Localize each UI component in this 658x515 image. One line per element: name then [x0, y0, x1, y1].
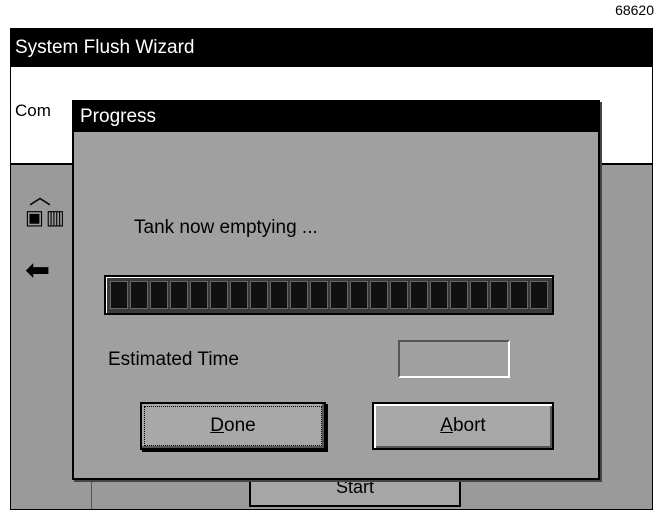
window-title: System Flush Wizard [11, 29, 652, 67]
progress-segment [390, 281, 408, 309]
progress-segment [490, 281, 508, 309]
done-label: one [224, 415, 256, 436]
progress-segment [230, 281, 248, 309]
progress-segment [310, 281, 328, 309]
figure-reference: 68620 [615, 2, 654, 18]
progress-segment [450, 281, 468, 309]
progress-segment [510, 281, 528, 309]
progress-segment [430, 281, 448, 309]
progress-segment [530, 281, 548, 309]
dialog-title: Progress [74, 102, 598, 132]
progress-segment [130, 281, 148, 309]
estimated-time-field [398, 340, 510, 378]
done-mnemonic: D [210, 415, 225, 436]
estimated-time-label: Estimated Time [108, 349, 239, 370]
back-arrow-icon[interactable]: ⬅ [25, 253, 50, 288]
progress-segment [250, 281, 268, 309]
progress-segment [290, 281, 308, 309]
progress-segment [370, 281, 388, 309]
progress-segment [210, 281, 228, 309]
progress-segment [150, 281, 168, 309]
abort-label: bort [452, 415, 486, 436]
progress-segment [190, 281, 208, 309]
progress-segment [470, 281, 488, 309]
progress-segment [110, 281, 128, 309]
abort-mnemonic: A [440, 415, 453, 436]
progress-segment [350, 281, 368, 309]
progress-segment [270, 281, 288, 309]
progress-segment [410, 281, 428, 309]
progress-bar [104, 275, 554, 315]
abort-button[interactable]: Abort [372, 402, 554, 450]
progress-dialog: Progress Tank now emptying ... Estimated… [72, 100, 600, 480]
window-body-text: Com [15, 101, 51, 120]
status-message: Tank now emptying ... [134, 217, 318, 238]
done-button[interactable]: Done [140, 402, 326, 450]
progress-segment [170, 281, 188, 309]
progress-segment [330, 281, 348, 309]
tools-icon[interactable]: ▣▥ [25, 205, 67, 230]
